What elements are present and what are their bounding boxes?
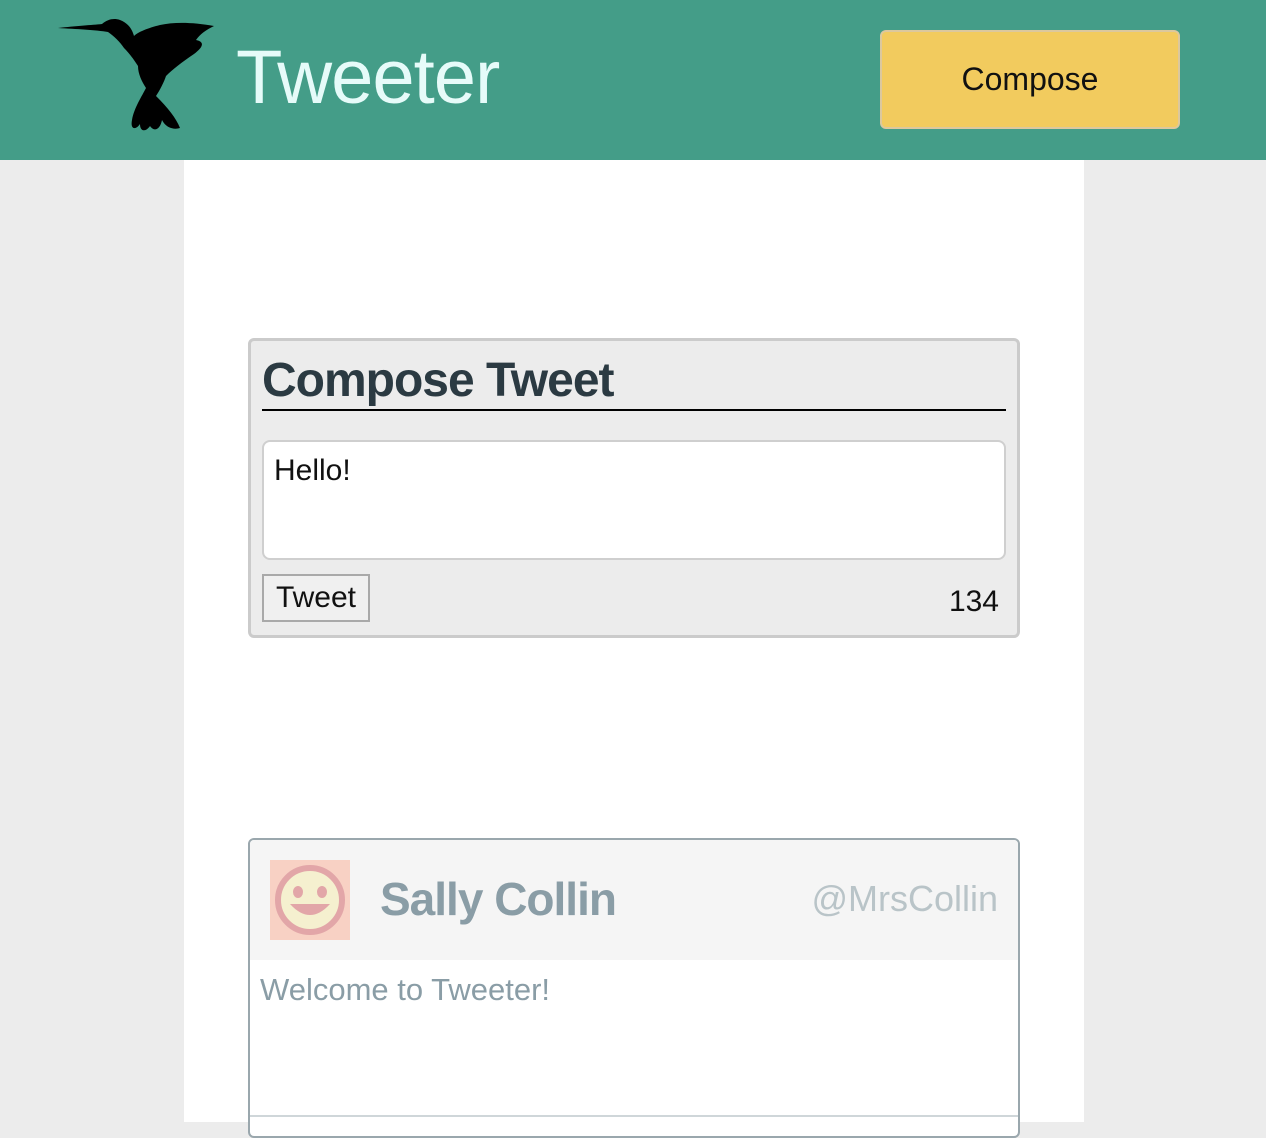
top-navigation-bar: Tweeter Compose <box>0 0 1266 160</box>
compose-heading: Compose Tweet <box>262 353 1006 411</box>
tweet-text-input[interactable] <box>262 440 1006 560</box>
tweet-footer-divider <box>250 1115 1018 1117</box>
compose-nav-button[interactable]: Compose <box>880 30 1180 129</box>
avatar <box>270 860 350 940</box>
author-handle: @MrsCollin <box>811 878 998 919</box>
character-counter: 134 <box>948 585 999 618</box>
author-name: Sally Collin <box>380 873 617 925</box>
app-title: Tweeter <box>236 35 500 120</box>
tweet-header: Sally Collin @MrsCollin <box>250 840 1018 960</box>
tweet-content: Welcome to Tweeter! <box>260 972 551 1007</box>
tweet-card: Sally Collin @MrsCollin Welcome to Tweet… <box>248 838 1020 1138</box>
main-column: Compose Tweet Tweet 134 Sally Collin @Mr… <box>184 160 1084 1138</box>
tweet-submit-button[interactable]: Tweet <box>262 574 370 622</box>
compose-tweet-panel: Compose Tweet Tweet 134 <box>248 338 1020 638</box>
smiley-face-icon <box>275 865 345 935</box>
hummingbird-icon <box>58 19 214 131</box>
